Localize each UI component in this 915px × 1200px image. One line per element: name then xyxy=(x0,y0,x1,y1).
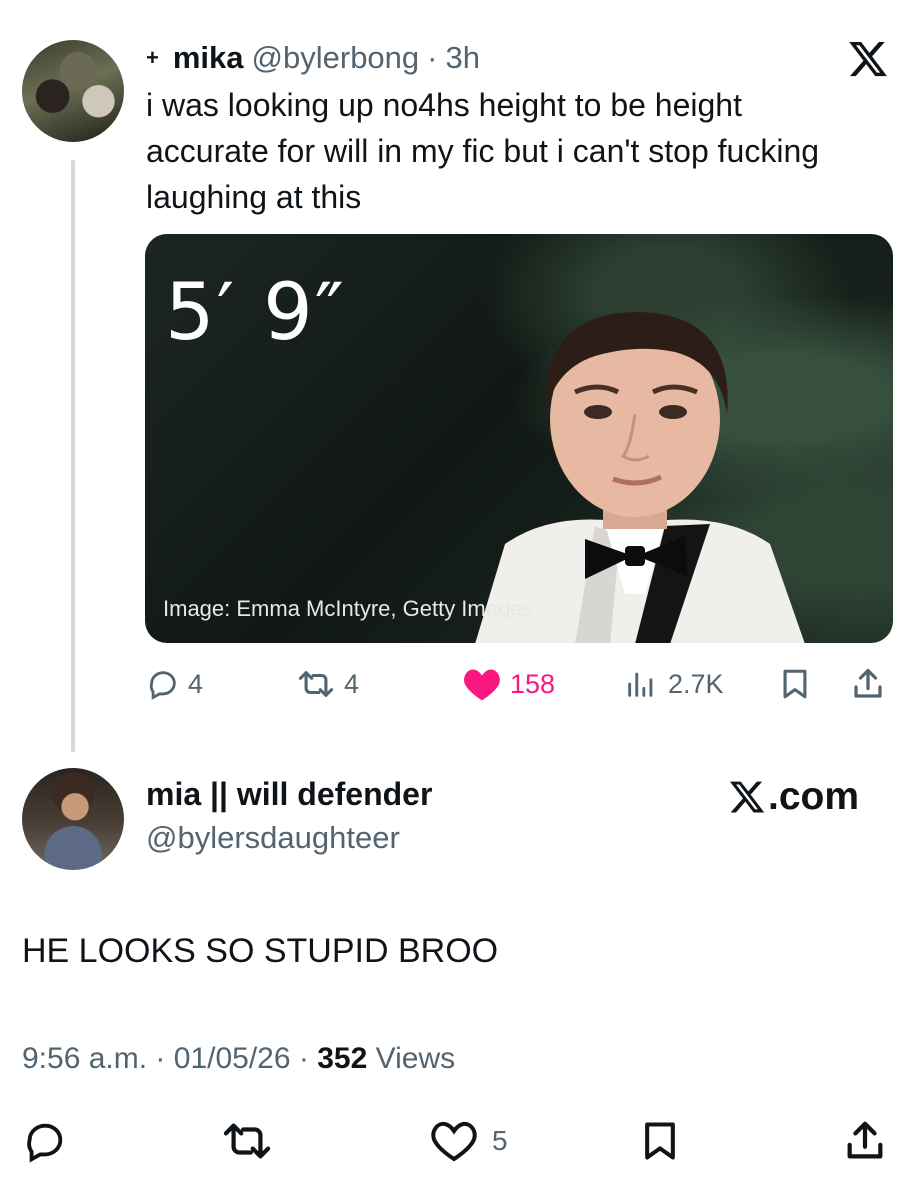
portrait-photo xyxy=(475,312,805,643)
share-button[interactable] xyxy=(842,1116,888,1166)
share-button[interactable] xyxy=(850,662,886,706)
views-label: Views xyxy=(375,1042,456,1075)
tweet-action-bar: 5 xyxy=(22,1116,892,1166)
like-button[interactable]: 5 xyxy=(430,1116,508,1166)
reply-icon xyxy=(27,1123,63,1163)
separator-dot: · xyxy=(427,40,438,75)
reply-button[interactable] xyxy=(22,1116,68,1166)
tweet-text: i was looking up no4hs height to be heig… xyxy=(146,87,820,215)
x-com-text: .com xyxy=(768,775,860,818)
bookmark-icon xyxy=(645,1122,675,1160)
views-button[interactable]: 2.7K xyxy=(622,662,724,706)
like-count: 5 xyxy=(492,1125,508,1156)
tweet-text: HE LOOKS SO STUPID BROO xyxy=(22,932,499,970)
separator-dot: · xyxy=(298,1042,309,1075)
tweet-screenshot: + mika @bylerbong · 3h i was looking up … xyxy=(0,0,915,1200)
tweet-action-bar: 4 4 158 2.7K xyxy=(146,662,892,706)
user-handle[interactable]: @bylerbong xyxy=(252,40,420,76)
separator-dot: · xyxy=(155,1042,166,1075)
image-credit: Image: Emma McIntyre, Getty Images xyxy=(163,596,534,621)
reply-icon xyxy=(149,671,176,700)
views-count: 2.7K xyxy=(668,668,724,699)
display-name[interactable]: mia || will defender xyxy=(146,776,432,813)
post-date[interactable]: 01/05/26 xyxy=(174,1042,291,1075)
reply-button[interactable]: 4 xyxy=(146,662,203,706)
thread-line xyxy=(71,160,75,752)
height-overlay-text: 5′ 9″ xyxy=(165,268,346,358)
x-logo-icon xyxy=(849,41,887,77)
x-com-watermark: .com xyxy=(727,774,859,820)
post-time[interactable]: 9:56 a.m. xyxy=(22,1042,147,1075)
repost-icon xyxy=(223,1123,271,1159)
user-handle[interactable]: @bylersdaughteer xyxy=(146,820,400,856)
timestamp[interactable]: 3h xyxy=(445,40,479,76)
views-icon xyxy=(628,672,653,697)
tweet-header: + mika @bylerbong · 3h xyxy=(146,38,480,78)
repost-button[interactable]: 4 xyxy=(296,662,359,706)
x-logo-icon xyxy=(729,781,765,813)
heart-icon xyxy=(464,669,500,701)
like-count: 158 xyxy=(510,668,556,699)
repost-count: 4 xyxy=(344,668,360,699)
add-badge: + xyxy=(146,45,159,70)
reply-count: 4 xyxy=(188,668,204,699)
heart-icon xyxy=(431,1121,477,1162)
bookmark-icon xyxy=(783,669,807,699)
share-icon xyxy=(847,1121,883,1159)
views-count: 352 xyxy=(317,1042,368,1075)
avatar[interactable] xyxy=(22,40,124,142)
repost-button[interactable] xyxy=(220,1116,274,1166)
tweet-media-image[interactable]: 5′ 9″ Image: Emma McIntyre, Getty Images xyxy=(145,234,893,643)
avatar[interactable] xyxy=(22,768,124,870)
display-name[interactable]: mika xyxy=(173,40,244,76)
repost-icon xyxy=(298,671,334,697)
tweet-meta: 9:56 a.m. · 01/05/26 · 352 Views xyxy=(22,1042,455,1076)
bookmark-button[interactable] xyxy=(638,1116,682,1166)
bookmark-button[interactable] xyxy=(778,662,812,706)
share-icon xyxy=(854,668,882,698)
like-button[interactable]: 158 xyxy=(462,662,555,706)
